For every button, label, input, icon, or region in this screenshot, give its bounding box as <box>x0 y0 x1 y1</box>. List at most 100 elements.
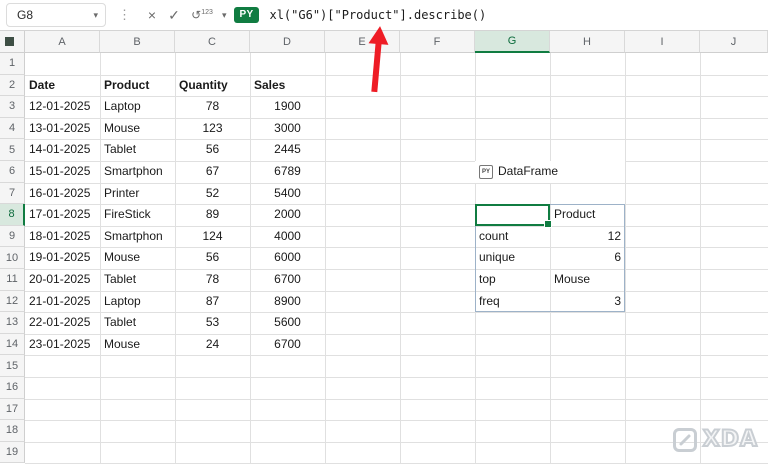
column-header-D[interactable]: D <box>250 31 325 53</box>
row-header-14[interactable]: 14 <box>0 333 25 356</box>
cell-C3[interactable]: 78 <box>175 96 250 118</box>
cell-D8[interactable]: 2000 <box>250 204 325 226</box>
column-header-I[interactable]: I <box>625 31 700 53</box>
cell-A11[interactable]: 20-01-2025 <box>25 269 100 291</box>
row-header-6[interactable]: 6 <box>0 161 25 183</box>
python-badge[interactable]: PY <box>233 7 260 23</box>
row-header-15[interactable]: 15 <box>0 355 25 377</box>
cell-C4[interactable]: 123 <box>175 118 250 140</box>
cell-C5[interactable]: 56 <box>175 139 250 161</box>
row-header-17[interactable]: 17 <box>0 398 25 421</box>
cell-H9[interactable]: 12 <box>550 226 625 248</box>
cell-A13[interactable]: 22-01-2025 <box>25 312 100 334</box>
cell-D13[interactable]: 5600 <box>250 312 325 334</box>
cell-D10[interactable]: 6000 <box>250 247 325 269</box>
cell-C13[interactable]: 53 <box>175 312 250 334</box>
name-box[interactable]: G8 ▾ <box>6 3 106 27</box>
row-header-8[interactable]: 8 <box>0 204 25 226</box>
row-header-7[interactable]: 7 <box>0 182 25 205</box>
active-cell-G8[interactable] <box>475 204 552 228</box>
row-header-9[interactable]: 9 <box>0 225 25 248</box>
cell-C9[interactable]: 124 <box>175 226 250 248</box>
cell-B14[interactable]: Mouse <box>100 334 175 356</box>
cell-B11[interactable]: Tablet <box>100 269 175 291</box>
cell-A9[interactable]: 18-01-2025 <box>25 226 100 248</box>
cell-H8[interactable]: Product <box>550 204 625 226</box>
excel-values-123-icon[interactable]: ↺123 <box>185 8 219 22</box>
cell-D2[interactable]: Sales <box>250 75 325 97</box>
cell-H10[interactable]: 6 <box>550 247 625 269</box>
row-header-10[interactable]: 10 <box>0 247 25 269</box>
column-header-F[interactable]: F <box>400 31 475 53</box>
cell-D7[interactable]: 5400 <box>250 183 325 205</box>
column-header-J[interactable]: J <box>700 31 768 53</box>
row-header-2[interactable]: 2 <box>0 74 25 97</box>
cell-B7[interactable]: Printer <box>100 183 175 205</box>
cell-H11[interactable]: Mouse <box>550 269 625 291</box>
cell-A8[interactable]: 17-01-2025 <box>25 204 100 226</box>
select-all-button[interactable] <box>0 31 25 53</box>
cell-D5[interactable]: 2445 <box>250 139 325 161</box>
column-header-H[interactable]: H <box>550 31 625 53</box>
cell-B12[interactable]: Laptop <box>100 291 175 313</box>
cell-B10[interactable]: Mouse <box>100 247 175 269</box>
cell-G11[interactable]: top <box>475 269 550 291</box>
cell-B3[interactable]: Laptop <box>100 96 175 118</box>
row-header-12[interactable]: 12 <box>0 290 25 313</box>
cell-D12[interactable]: 8900 <box>250 291 325 313</box>
row-header-3[interactable]: 3 <box>0 96 25 118</box>
cell-B9[interactable]: Smartphon <box>100 226 175 248</box>
cell-B13[interactable]: Tablet <box>100 312 175 334</box>
column-header-A[interactable]: A <box>25 31 100 53</box>
row-header-16[interactable]: 16 <box>0 377 25 399</box>
cell-C11[interactable]: 78 <box>175 269 250 291</box>
cell-B2[interactable]: Product <box>100 75 175 97</box>
cell-D11[interactable]: 6700 <box>250 269 325 291</box>
cell-H12[interactable]: 3 <box>550 291 625 313</box>
column-header-G[interactable]: G <box>475 31 550 53</box>
row-header-1[interactable]: 1 <box>0 53 25 75</box>
row-header-18[interactable]: 18 <box>0 420 25 442</box>
cell-A5[interactable]: 14-01-2025 <box>25 139 100 161</box>
cell-B6[interactable]: Smartphon <box>100 161 175 183</box>
cell-G9[interactable]: count <box>475 226 550 248</box>
cell-C12[interactable]: 87 <box>175 291 250 313</box>
chevron-down-icon[interactable]: ▾ <box>93 10 98 21</box>
cell-G6[interactable]: PY DataFrame <box>475 161 625 183</box>
cell-C6[interactable]: 67 <box>175 161 250 183</box>
row-header-11[interactable]: 11 <box>0 269 25 291</box>
cell-C8[interactable]: 89 <box>175 204 250 226</box>
cell-B8[interactable]: FireStick <box>100 204 175 226</box>
cell-A2[interactable]: Date <box>25 75 100 97</box>
cell-B4[interactable]: Mouse <box>100 118 175 140</box>
cell-A4[interactable]: 13-01-2025 <box>25 118 100 140</box>
cell-C2[interactable]: Quantity <box>175 75 250 97</box>
cell-A7[interactable]: 16-01-2025 <box>25 183 100 205</box>
column-header-B[interactable]: B <box>100 31 175 53</box>
cell-A14[interactable]: 23-01-2025 <box>25 334 100 356</box>
row-header-5[interactable]: 5 <box>0 139 25 161</box>
cell-A3[interactable]: 12-01-2025 <box>25 96 100 118</box>
cell-D9[interactable]: 4000 <box>250 226 325 248</box>
row-header-19[interactable]: 19 <box>0 441 25 464</box>
cell-D14[interactable]: 6700 <box>250 334 325 356</box>
chevron-down-icon[interactable]: ▾ <box>222 10 227 21</box>
cancel-button[interactable]: × <box>141 7 163 23</box>
column-header-C[interactable]: C <box>175 31 250 53</box>
cell-C7[interactable]: 52 <box>175 183 250 205</box>
cell-D3[interactable]: 1900 <box>250 96 325 118</box>
cell-A12[interactable]: 21-01-2025 <box>25 291 100 313</box>
row-header-13[interactable]: 13 <box>0 312 25 334</box>
cell-B5[interactable]: Tablet <box>100 139 175 161</box>
vertical-dots-icon[interactable]: ⋮ <box>118 7 131 23</box>
cell-D6[interactable]: 6789 <box>250 161 325 183</box>
cell-C14[interactable]: 24 <box>175 334 250 356</box>
row-header-4[interactable]: 4 <box>0 117 25 140</box>
cell-G12[interactable]: freq <box>475 291 550 313</box>
cell-G10[interactable]: unique <box>475 247 550 269</box>
formula-input[interactable]: xl("G6")["Product"].describe() <box>269 8 486 22</box>
cell-C10[interactable]: 56 <box>175 247 250 269</box>
cell-A10[interactable]: 19-01-2025 <box>25 247 100 269</box>
enter-button[interactable]: ✓ <box>163 7 185 24</box>
cell-D4[interactable]: 3000 <box>250 118 325 140</box>
